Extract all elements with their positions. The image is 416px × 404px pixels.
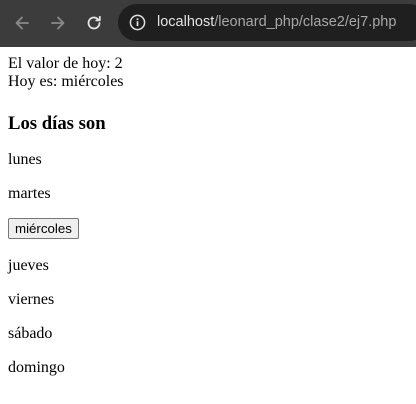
address-bar[interactable]: localhost/leonard_php/clase2/ej7.php bbox=[118, 4, 416, 41]
day-jueves: jueves bbox=[8, 257, 49, 274]
hoy-text: Hoy es: miércoles bbox=[8, 73, 124, 90]
day-domingo: domingo bbox=[8, 359, 65, 376]
page-content: El valor de hoy: 2 Hoy es: miércoles Los… bbox=[8, 55, 408, 376]
site-info-icon[interactable] bbox=[129, 14, 146, 31]
days-heading: Los días son bbox=[8, 113, 106, 134]
reload-icon bbox=[87, 15, 101, 30]
forward-arrow-icon bbox=[51, 16, 65, 30]
day-martes: martes bbox=[8, 185, 51, 202]
forward-button[interactable] bbox=[47, 12, 69, 34]
day-lunes: lunes bbox=[8, 151, 42, 168]
url-host: localhost bbox=[157, 14, 215, 30]
reload-button[interactable] bbox=[83, 12, 105, 34]
day-viernes: viernes bbox=[8, 291, 55, 308]
url-path: /leonard_php/clase2/ej7.php bbox=[214, 14, 397, 30]
back-arrow-icon bbox=[15, 16, 29, 30]
day-sabado: sábado bbox=[8, 325, 53, 342]
day-miercoles-button[interactable]: miércoles bbox=[8, 218, 79, 239]
back-button[interactable] bbox=[11, 12, 33, 34]
url-text[interactable]: localhost/leonard_php/clase2/ej7.php bbox=[157, 14, 396, 30]
valor-text: El valor de hoy: 2 bbox=[8, 55, 123, 72]
browser-toolbar: localhost/leonard_php/clase2/ej7.php bbox=[0, 0, 416, 47]
